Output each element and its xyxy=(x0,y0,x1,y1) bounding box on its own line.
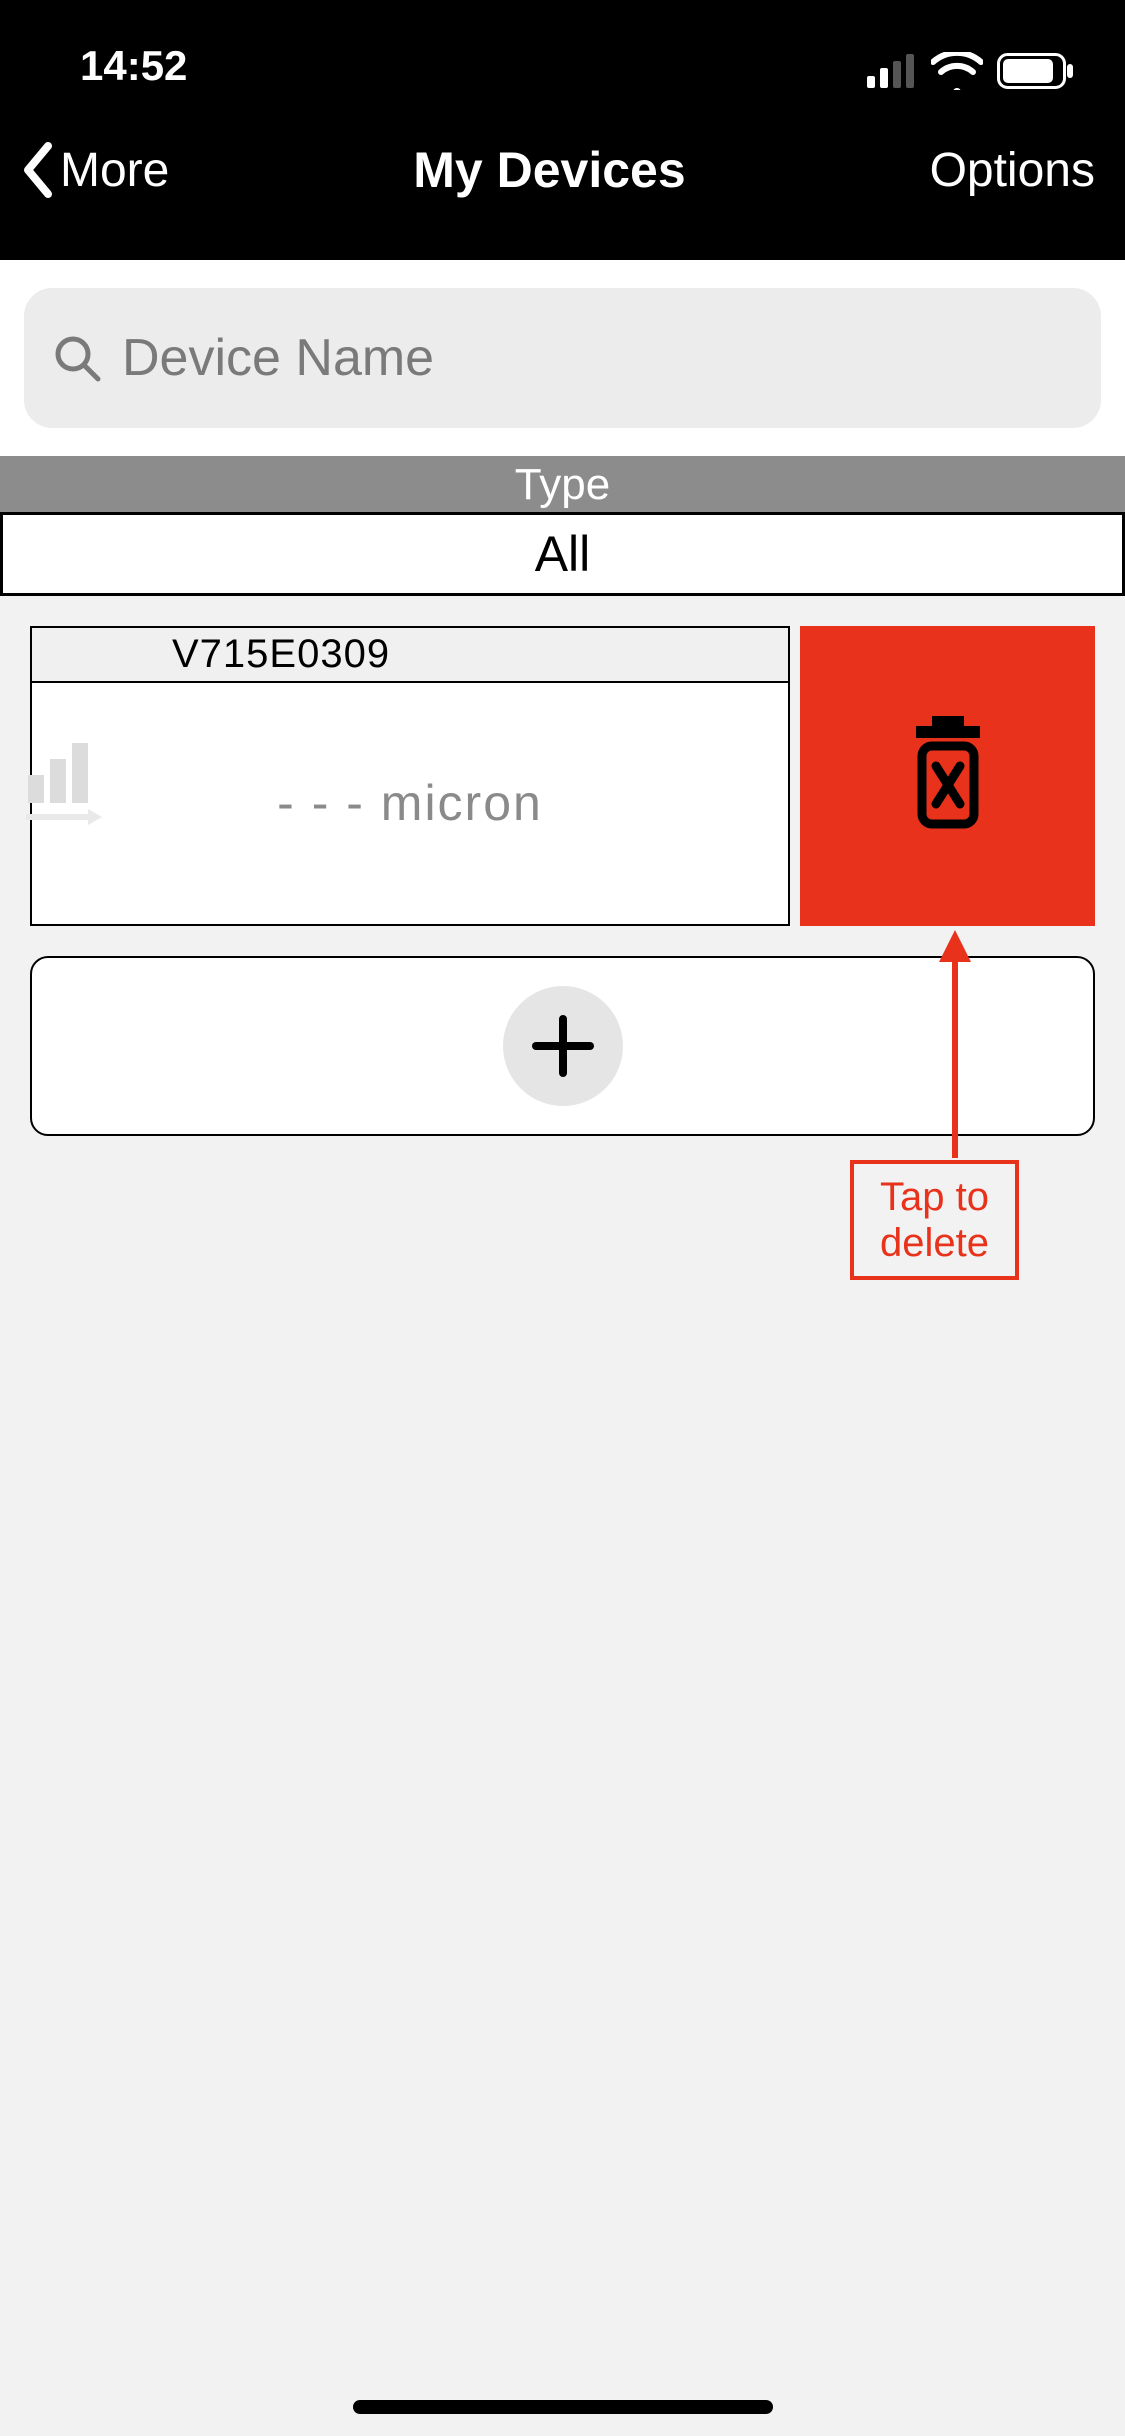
search-icon xyxy=(52,333,102,383)
options-button[interactable]: Options xyxy=(930,143,1095,198)
device-row[interactable]: V715E0309 - - - micron xyxy=(30,626,790,926)
status-bar: 14:52 xyxy=(0,0,1125,100)
plus-icon xyxy=(528,1011,598,1081)
clock: 14:52 xyxy=(80,42,187,90)
signal-bars-icon xyxy=(22,723,102,833)
annotation-line2: delete xyxy=(880,1220,989,1266)
device-id: V715E0309 xyxy=(32,628,788,683)
filter-header: Type xyxy=(0,456,1125,512)
back-label: More xyxy=(60,143,169,198)
status-icons xyxy=(867,52,1075,90)
search-input[interactable]: Device Name xyxy=(24,288,1101,428)
annotation-callout: Tap to delete xyxy=(850,1160,1019,1280)
cellular-icon xyxy=(867,54,917,88)
filter-select[interactable]: All xyxy=(0,512,1125,596)
device-row-swiped: V715E0309 - - - micron xyxy=(30,626,1095,926)
annotation-line1: Tap to xyxy=(880,1174,989,1220)
home-indicator[interactable] xyxy=(353,2400,773,2414)
search-placeholder: Device Name xyxy=(122,328,434,388)
wifi-icon xyxy=(931,52,983,90)
search-container: Device Name xyxy=(0,260,1125,456)
add-icon-circle xyxy=(503,986,623,1106)
delete-button[interactable] xyxy=(800,626,1095,926)
annotation-arrow xyxy=(935,930,975,1160)
trash-delete-icon xyxy=(898,716,998,836)
device-reading: - - - micron xyxy=(277,774,543,832)
nav-bar: More My Devices Options xyxy=(0,100,1125,260)
battery-icon xyxy=(997,53,1075,89)
chevron-left-icon xyxy=(20,142,54,198)
page-title: My Devices xyxy=(413,141,685,199)
back-button[interactable]: More xyxy=(20,142,169,198)
